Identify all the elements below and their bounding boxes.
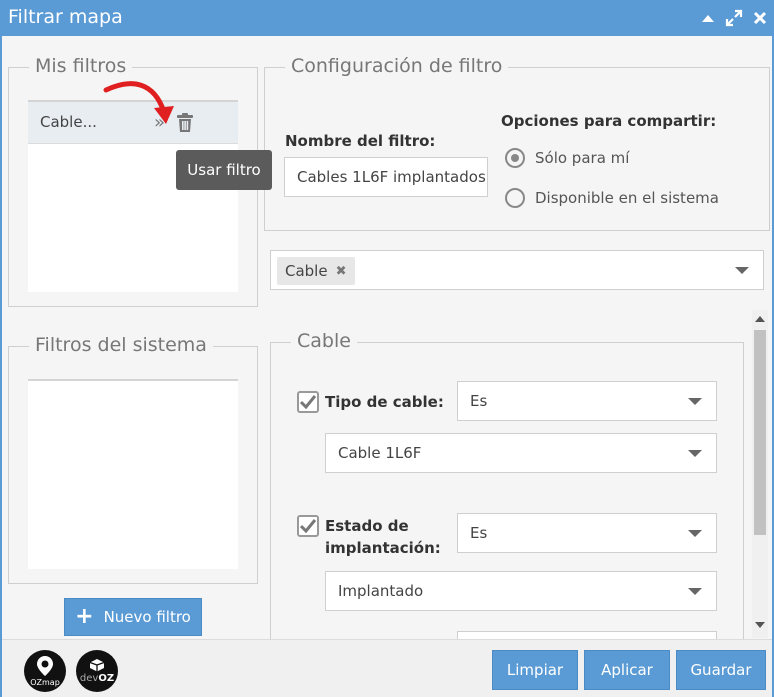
radio-unselected-icon — [505, 188, 525, 208]
share-private-label: Sólo para mí — [535, 149, 630, 167]
close-icon[interactable] — [750, 8, 770, 28]
new-filter-label: Nuevo filtro — [103, 608, 191, 626]
filter-config-legend: Configuración de filtro — [285, 55, 509, 77]
devoz-logo-prefix: dev — [79, 673, 99, 684]
dialog-content: Mis filtros Cable... » Filtros del siste… — [2, 36, 772, 652]
cable-type-value-select[interactable]: Cable 1L6F — [325, 433, 717, 473]
chevron-down-icon — [688, 588, 702, 595]
cable-type-operator-select[interactable]: Es — [457, 381, 717, 421]
filter-name-label: Nombre del filtro: — [285, 132, 436, 150]
save-button[interactable]: Guardar — [676, 650, 766, 690]
ozmap-logo: OZmap — [24, 650, 66, 692]
scroll-down-icon[interactable] — [755, 622, 765, 628]
cable-type-operator-value: Es — [470, 392, 488, 410]
share-options-label: Opciones para compartir: — [501, 112, 717, 130]
scroll-thumb[interactable] — [754, 330, 766, 535]
checkbox-checked-icon[interactable] — [297, 515, 319, 537]
ozmap-logo-text: OZmap — [30, 678, 60, 687]
plus-icon: + — [75, 604, 94, 629]
maximize-icon[interactable] — [724, 8, 744, 28]
scroll-up-icon[interactable] — [755, 316, 765, 322]
share-radio-system[interactable]: Disponible en el sistema — [505, 188, 719, 208]
remove-tag-icon[interactable]: ✖ — [336, 264, 347, 279]
chevron-down-icon — [688, 398, 702, 405]
state-value-select[interactable]: Implantado — [325, 571, 717, 611]
window-title: Filtrar mapa — [8, 6, 123, 28]
cable-criteria-panel: Cable Tipo de cable: Es Cable 1L6F Estad… — [270, 330, 744, 652]
chevron-down-icon — [688, 450, 702, 457]
filter-name-input[interactable]: Cables 1L6F implantados — [284, 157, 488, 197]
filter-config-panel: Configuración de filtro Nombre del filtr… — [264, 55, 770, 231]
new-filter-button[interactable]: + Nuevo filtro — [64, 598, 202, 636]
title-bar: Filtrar mapa — [2, 2, 772, 36]
cable-criteria-legend: Cable — [291, 330, 357, 352]
filter-map-dialog: Filtrar mapa Mis filtros Cable... » Filt… — [0, 0, 774, 697]
system-filters-legend: Filtros del sistema — [29, 334, 213, 356]
filter-item-label: Cable... — [40, 113, 97, 131]
map-pin-icon — [37, 656, 53, 676]
cube-icon — [89, 659, 105, 672]
devoz-logo-suffix: OZ — [98, 673, 115, 684]
system-filters-panel: Filtros del sistema — [8, 334, 258, 584]
entity-multiselect[interactable]: Cable ✖ — [270, 250, 764, 290]
checkbox-checked-icon[interactable] — [297, 391, 319, 413]
use-filter-tooltip: Usar filtro — [176, 150, 272, 190]
state-operator-select[interactable]: Es — [457, 513, 717, 553]
cable-type-value: Cable 1L6F — [338, 444, 422, 462]
state-label-line2: implantación: — [325, 539, 441, 557]
scrollbar[interactable] — [752, 310, 768, 638]
share-radio-private[interactable]: Sólo para mí — [505, 148, 629, 168]
annotation-arrow-icon — [103, 81, 174, 124]
devoz-logo: devOZ — [76, 650, 118, 692]
cable-tag-label: Cable — [285, 262, 328, 280]
apply-button[interactable]: Aplicar — [584, 650, 670, 690]
dialog-footer: OZmap devOZ Limpiar Aplicar Guardar — [2, 639, 772, 697]
state-operator-value: Es — [470, 524, 488, 542]
radio-selected-icon — [505, 148, 525, 168]
collapse-icon[interactable] — [698, 8, 718, 28]
cable-tag: Cable ✖ — [277, 257, 355, 285]
chevron-down-icon — [688, 530, 702, 537]
my-filters-legend: Mis filtros — [29, 55, 133, 77]
clear-button[interactable]: Limpiar — [492, 650, 578, 690]
devoz-logo-text: devOZ — [80, 673, 114, 684]
state-label-line1: Estado de — [325, 517, 409, 535]
share-system-label: Disponible en el sistema — [535, 189, 719, 207]
state-value: Implantado — [338, 582, 424, 600]
system-filters-list — [28, 379, 238, 569]
chevron-down-icon — [735, 267, 749, 274]
cable-type-label: Tipo de cable: — [325, 393, 444, 411]
